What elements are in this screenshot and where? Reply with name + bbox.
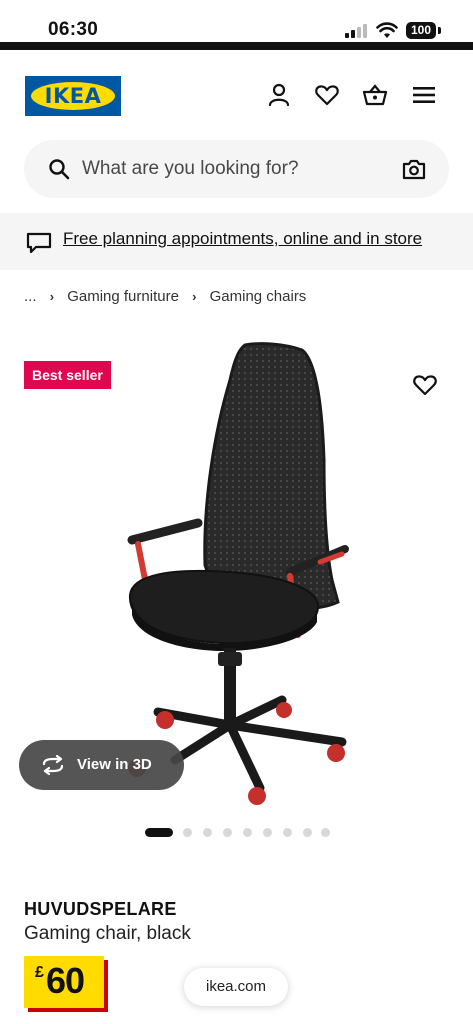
- chat-icon: [26, 232, 52, 254]
- add-to-favourites-icon[interactable]: [412, 373, 438, 397]
- search-bar[interactable]: [24, 140, 449, 198]
- price-value: 60: [46, 960, 85, 1001]
- chevron-right-icon: ›: [49, 288, 55, 304]
- status-bar: 06:30 100: [0, 0, 473, 42]
- logo-text: IKEA: [44, 84, 102, 108]
- pagination-dot-8[interactable]: [303, 828, 312, 837]
- signal-icon: [345, 24, 369, 38]
- pagination-dot-2[interactable]: [183, 828, 192, 837]
- status-time: 06:30: [48, 19, 99, 40]
- view-in-3d-label: View in 3D: [77, 756, 152, 773]
- breadcrumb-gaming-chairs[interactable]: Gaming chairs: [210, 288, 307, 305]
- search-input[interactable]: [82, 140, 382, 198]
- pagination-dot-1[interactable]: [145, 828, 173, 837]
- browser-top-bar: [0, 42, 473, 50]
- breadcrumb-gaming-furniture[interactable]: Gaming furniture: [67, 288, 179, 305]
- product-gallery[interactable]: Best seller View in 3D: [0, 330, 473, 810]
- pagination-dot-3[interactable]: [203, 828, 212, 837]
- breadcrumb: ... › Gaming furniture › Gaming chairs: [24, 287, 306, 307]
- planning-appointments-link[interactable]: Free planning appointments, online and i…: [63, 229, 422, 249]
- promo-banner: Free planning appointments, online and i…: [0, 213, 473, 270]
- basket-icon[interactable]: [362, 82, 388, 108]
- view-in-3d-button[interactable]: View in 3D: [19, 740, 184, 790]
- pagination-dot-4[interactable]: [223, 828, 232, 837]
- camera-icon[interactable]: [402, 158, 426, 180]
- rotate-3d-icon: [42, 755, 64, 775]
- battery-tip: [438, 27, 441, 34]
- search-icon: [49, 159, 70, 180]
- pagination-dot-6[interactable]: [263, 828, 272, 837]
- product-name: HUVUDSPELARE: [24, 899, 177, 919]
- battery-icon: 100: [406, 22, 436, 39]
- site-header: IKEA: [0, 50, 473, 140]
- price-tag: £ 60: [24, 956, 104, 1008]
- price-currency: £: [35, 964, 44, 981]
- heart-icon[interactable]: [314, 82, 340, 108]
- account-icon[interactable]: [266, 82, 292, 108]
- menu-icon[interactable]: [411, 82, 437, 108]
- product-description: Gaming chair, black: [24, 923, 191, 944]
- wifi-icon: [376, 22, 398, 38]
- chevron-right-icon: ›: [192, 288, 197, 304]
- best-seller-badge: Best seller: [24, 361, 111, 389]
- browser-url-pill[interactable]: ikea.com: [184, 968, 288, 1006]
- pagination-dot-9[interactable]: [321, 828, 330, 837]
- breadcrumb-ellipsis[interactable]: ...: [24, 288, 37, 305]
- pagination-dot-5[interactable]: [243, 828, 252, 837]
- pagination-dot-7[interactable]: [283, 828, 292, 837]
- ikea-logo[interactable]: IKEA: [25, 76, 121, 116]
